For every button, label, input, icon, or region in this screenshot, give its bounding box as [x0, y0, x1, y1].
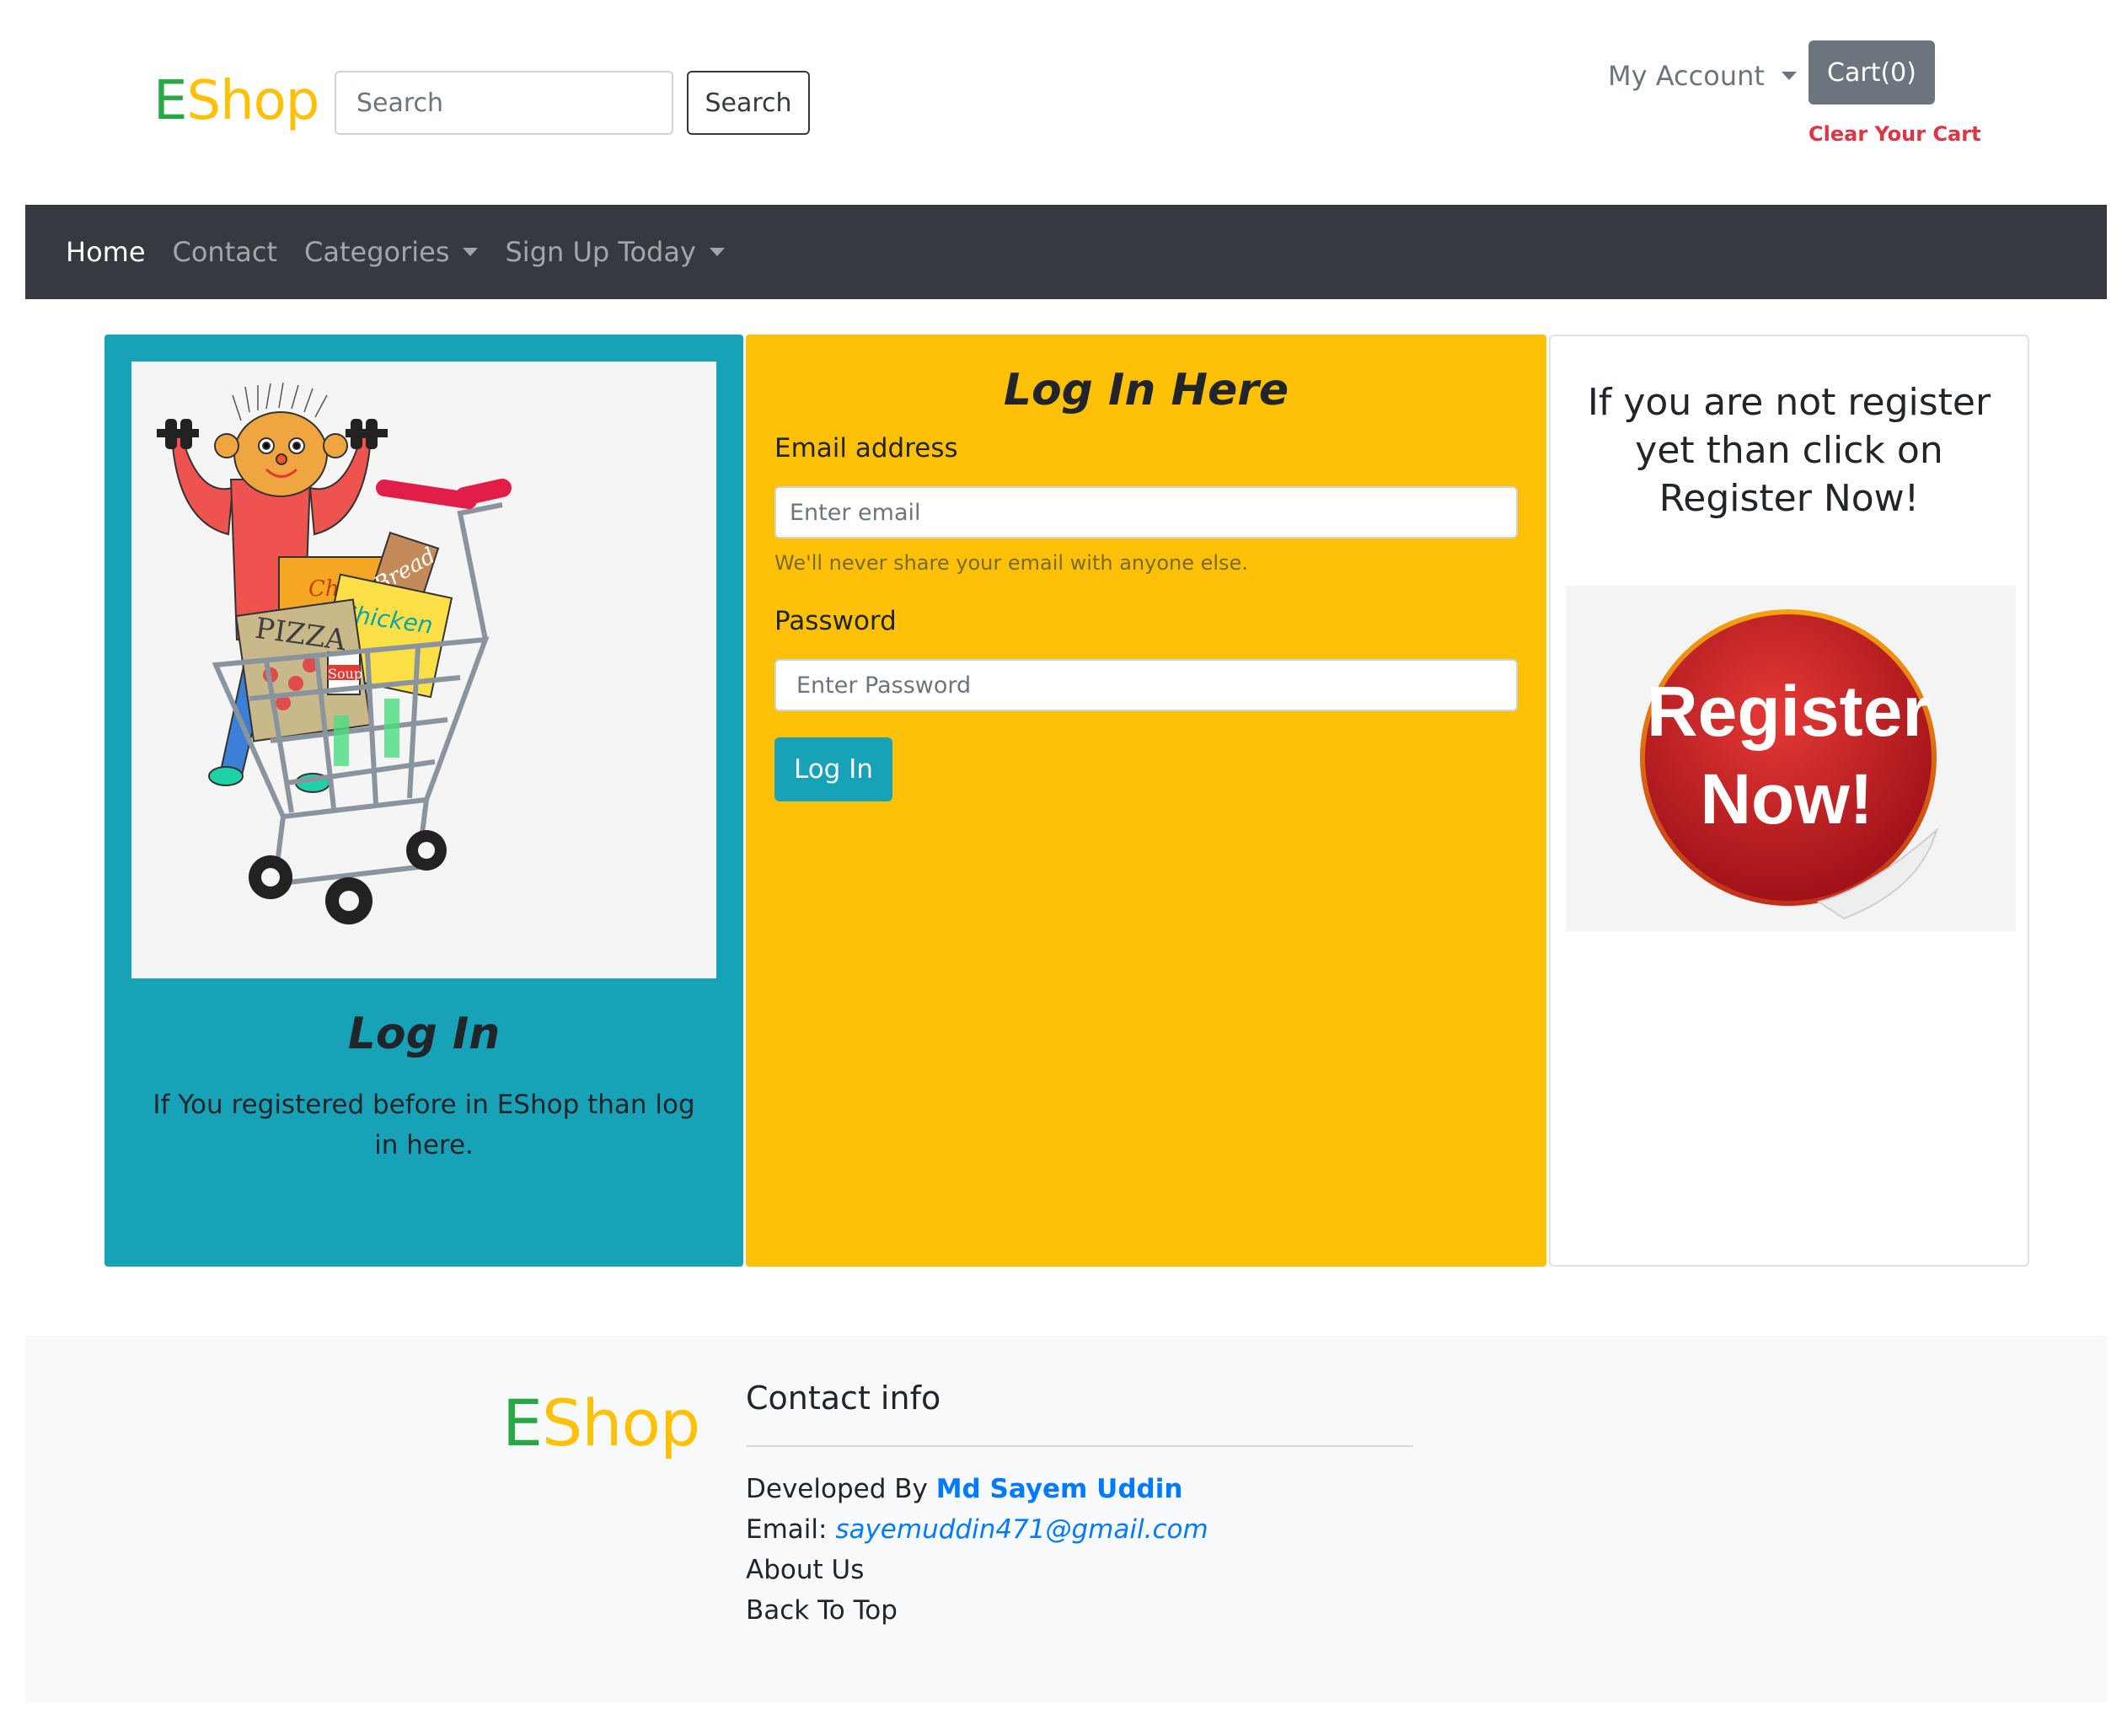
contact-info-title: Contact info [746, 1380, 941, 1417]
soup-label: Soup [328, 666, 362, 682]
footer-brand-e: E [502, 1385, 543, 1460]
email-link[interactable]: sayemuddin471@gmail.com [835, 1514, 1208, 1545]
search-input[interactable] [335, 71, 673, 135]
sticker-line2: Now! [1700, 759, 1873, 839]
search-button[interactable]: Search [687, 71, 810, 135]
brand-logo[interactable]: EShop [153, 67, 319, 135]
nav-contact-label: Contact [172, 236, 278, 268]
email-prefix: Email: [746, 1514, 836, 1545]
register-now-sticker[interactable]: Register Now! [1566, 586, 2016, 931]
footer: EShop Contact info Developed By Md Sayem… [25, 1336, 2107, 1703]
password-field[interactable] [774, 659, 1518, 711]
login-info-card: Cheese Bread Chicken PIZZA Soup [104, 335, 743, 1267]
brand-logo-shop: Shop [186, 70, 319, 132]
email-line: Email: sayemuddin471@gmail.com [746, 1514, 1208, 1545]
chevron-down-icon [463, 248, 479, 256]
main-navbar: Home Contact Categories Sign Up Today [25, 205, 2107, 299]
nav-contact[interactable]: Contact [173, 236, 278, 268]
email-help-text: We'll never share your email with anyone… [774, 551, 1248, 575]
my-account-label: My Account [1608, 60, 1765, 92]
about-us-link[interactable]: About Us [746, 1555, 864, 1585]
email-field[interactable] [774, 486, 1518, 538]
nav-signup-dropdown[interactable]: Sign Up Today [505, 236, 725, 268]
footer-divider [746, 1445, 1413, 1447]
sticker-line1: Register [1647, 672, 1930, 751]
email-label: Email address [774, 433, 958, 463]
login-form-card: Log In Here Email address We'll never sh… [746, 335, 1546, 1267]
my-account-dropdown[interactable]: My Account [1608, 57, 1797, 94]
brand-logo-e: E [153, 70, 187, 132]
login-form-title: Log In Here [1003, 365, 1289, 415]
back-to-top-link[interactable]: Back To Top [746, 1595, 898, 1626]
top-header: EShop Search My Account Cart(0) Clear Yo… [0, 0, 2122, 205]
developed-by-prefix: Developed By [746, 1474, 936, 1504]
chevron-down-icon [1781, 72, 1797, 80]
footer-brand-shop: Shop [542, 1385, 700, 1460]
register-card: If you are not register yet than click o… [1549, 335, 2029, 1267]
nav-home[interactable]: Home [66, 236, 146, 268]
nav-signup-label: Sign Up Today [505, 236, 696, 268]
footer-brand-logo[interactable]: EShop [502, 1383, 700, 1464]
login-button[interactable]: Log In [774, 737, 892, 801]
register-card-text: If you are not register yet than click o… [1587, 381, 1991, 520]
developer-link[interactable]: Md Sayem Uddin [936, 1474, 1183, 1504]
nav-home-label: Home [66, 236, 146, 268]
shopping-cart-illustration: Cheese Bread Chicken PIZZA Soup [131, 362, 716, 978]
chevron-down-icon [709, 248, 725, 256]
password-label: Password [774, 606, 897, 636]
cart-button[interactable]: Cart(0) [1809, 40, 1935, 104]
login-card-title: Log In [347, 1009, 501, 1059]
login-card-text: If You registered before in EShop than l… [153, 1090, 695, 1160]
developed-by-line: Developed By Md Sayem Uddin [746, 1474, 1182, 1504]
nav-categories-label: Categories [304, 236, 450, 268]
nav-categories-dropdown[interactable]: Categories [304, 236, 479, 268]
clear-cart-link[interactable]: Clear Your Cart [1809, 122, 1981, 146]
